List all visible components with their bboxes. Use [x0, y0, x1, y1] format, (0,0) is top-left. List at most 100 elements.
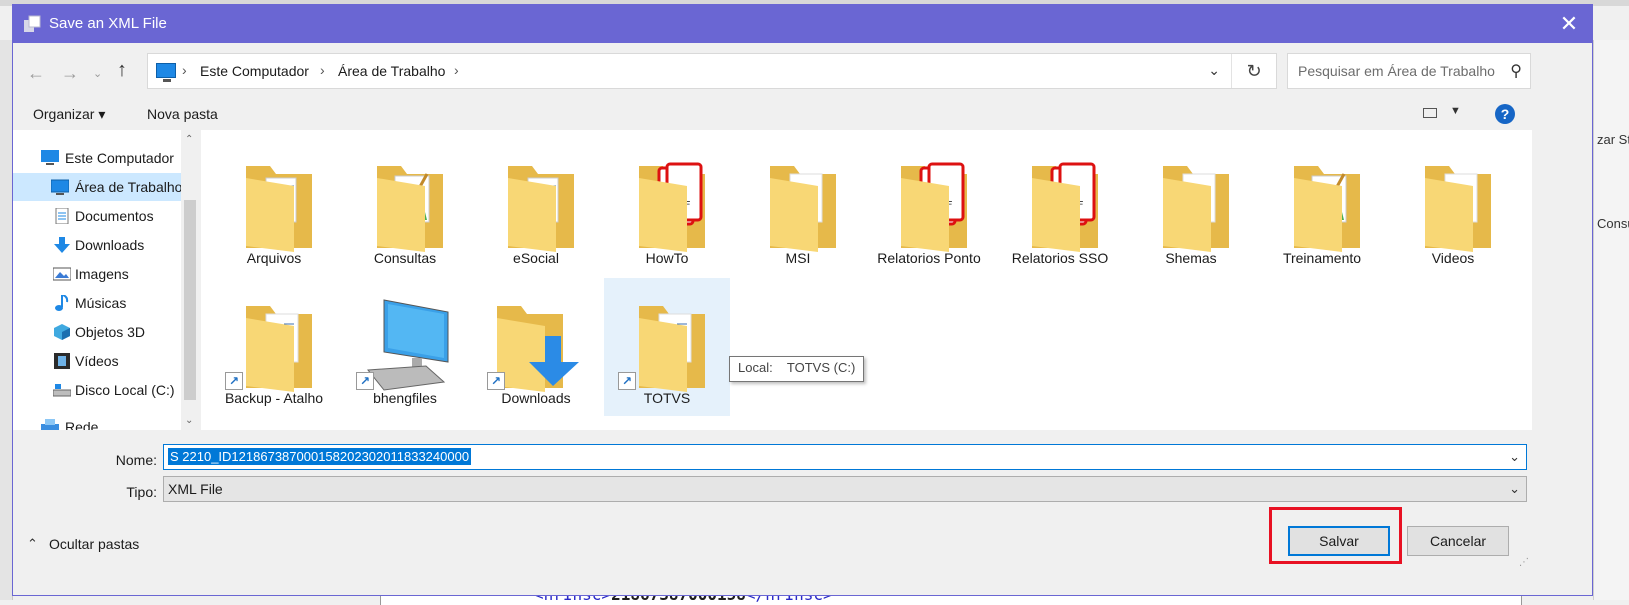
- downloads-icon: [54, 237, 70, 253]
- nav-item-label: Disco Local (C:): [75, 382, 175, 398]
- scrollbar-thumb[interactable]: [184, 200, 196, 400]
- address-bar[interactable]: › Este Computador › Área de Trabalho › ⌄…: [147, 53, 1277, 89]
- background-label: zar St: [1597, 132, 1629, 147]
- breadcrumb-separator-icon[interactable]: ›: [182, 62, 187, 78]
- file-item[interactable]: ↗ Downloads: [473, 278, 599, 416]
- folder-installer-icon: [1423, 156, 1493, 254]
- breadcrumb-area-de-trabalho[interactable]: Área de Trabalho: [338, 63, 445, 79]
- view-options-icon[interactable]: [1423, 108, 1437, 118]
- file-item[interactable]: Treinamento: [1259, 138, 1385, 276]
- folder-pdf-icon: PDF: [637, 156, 707, 254]
- search-icon: ⚲: [1510, 63, 1522, 80]
- file-item-label: bhengfiles: [373, 390, 437, 406]
- file-item[interactable]: ↗ TOTVS: [604, 278, 730, 416]
- chevron-up-icon[interactable]: ⌃: [27, 536, 38, 552]
- nav-item-rede[interactable]: Rede: [13, 413, 181, 430]
- folder-documents-icon: [244, 156, 314, 254]
- nav-item-label: Este Computador: [65, 150, 174, 166]
- help-icon[interactable]: ?: [1495, 104, 1515, 124]
- file-item[interactable]: MSI: [735, 138, 861, 276]
- nav-item-label: Imagens: [75, 266, 129, 282]
- folder-installer-icon: [768, 156, 838, 254]
- view-dropdown-icon[interactable]: ▼: [1450, 105, 1461, 117]
- downloads-folder-icon: [495, 296, 585, 394]
- address-dropdown-icon[interactable]: ⌄: [1208, 62, 1220, 79]
- recent-locations-chevron-icon[interactable]: ⌄: [93, 67, 102, 80]
- nav-item-label: Objetos 3D: [75, 324, 146, 340]
- nav-item-documentos[interactable]: Documentos: [13, 202, 181, 230]
- file-item-label: Arquivos: [246, 250, 302, 266]
- nav-item-downloads[interactable]: Downloads: [13, 231, 181, 259]
- breadcrumb-separator-icon[interactable]: ›: [454, 62, 459, 78]
- file-item-label: MSI: [785, 250, 811, 266]
- file-list: ArquivosConsultaseSocialPDFHowToMSIPDFRe…: [201, 130, 1532, 430]
- up-arrow-icon[interactable]: ↑: [117, 59, 127, 82]
- shortcut-arrow-icon: ↗: [356, 372, 374, 390]
- nav-scrollbar[interactable]: ⌃ ⌄: [181, 130, 199, 430]
- file-item[interactable]: PDFRelatorios Ponto: [866, 138, 992, 276]
- documents-icon: [55, 208, 69, 224]
- file-item[interactable]: Videos: [1390, 138, 1516, 276]
- nav-item-objetos-3d[interactable]: Objetos 3D: [13, 318, 181, 346]
- refresh-button[interactable]: ↻: [1231, 54, 1276, 88]
- file-item[interactable]: Arquivos: [211, 138, 337, 276]
- folder-blank-icon: [1161, 156, 1231, 254]
- save-dialog: Save an XML File ✕ ← → ⌄ ↑ › Este Comput…: [12, 4, 1593, 596]
- nav-item-disco-local[interactable]: Disco Local (C:): [13, 376, 181, 404]
- scroll-up-icon[interactable]: ⌃: [185, 134, 193, 145]
- file-item-label: Videos: [1431, 250, 1475, 266]
- file-item[interactable]: ↗ bhengfiles: [342, 278, 468, 416]
- back-arrow-icon[interactable]: ←: [27, 63, 45, 84]
- refresh-icon: ↻: [1246, 60, 1262, 81]
- folder-images-icon: [1292, 156, 1362, 254]
- background-label: Consult: [1597, 216, 1629, 231]
- app-icon: [24, 15, 41, 32]
- file-item[interactable]: Shemas: [1128, 138, 1254, 276]
- search-input[interactable]: Pesquisar em Área de Trabalho ⚲: [1287, 53, 1531, 89]
- nav-item-videos[interactable]: Vídeos: [13, 347, 181, 375]
- organize-button[interactable]: Organizar ▾: [33, 106, 105, 123]
- music-icon: [55, 295, 69, 311]
- folder-shortcut-icon: [244, 296, 314, 394]
- file-item[interactable]: PDFHowTo: [604, 138, 730, 276]
- shortcut-arrow-icon: ↗: [225, 372, 243, 390]
- title-bar[interactable]: Save an XML File ✕: [13, 5, 1592, 43]
- network-icon: [41, 419, 59, 430]
- file-name-input[interactable]: S 2210_ID1218673870001582023020118332400…: [163, 444, 1527, 470]
- file-item-label: HowTo: [645, 250, 689, 266]
- file-item[interactable]: Consultas: [342, 138, 468, 276]
- nav-item-label: Área de Trabalho: [75, 179, 183, 195]
- hide-folders-button[interactable]: Ocultar pastas: [49, 536, 139, 552]
- nav-item-area-de-trabalho[interactable]: Área de Trabalho: [13, 173, 183, 201]
- network-computer-icon: [364, 296, 454, 394]
- close-button[interactable]: ✕: [1546, 5, 1592, 43]
- breadcrumb-este-computador[interactable]: Este Computador: [200, 63, 309, 79]
- folder-images-icon: [375, 156, 445, 254]
- file-item[interactable]: ↗ Backup - Atalho: [211, 278, 337, 416]
- save-button[interactable]: Salvar: [1288, 526, 1390, 556]
- breadcrumb-separator-icon[interactable]: ›: [320, 62, 325, 78]
- file-item-label: Shemas: [1165, 250, 1217, 266]
- tooltip-label: Local:: [738, 360, 773, 375]
- file-item-label: Relatorios Ponto: [877, 250, 981, 266]
- nav-item-este-computador[interactable]: Este Computador: [13, 144, 181, 172]
- file-type-select[interactable]: XML File ⌄: [163, 476, 1527, 502]
- file-type-value: XML File: [168, 481, 223, 497]
- nav-item-musicas[interactable]: Músicas: [13, 289, 181, 317]
- resize-grip-icon[interactable]: ⋰: [1519, 557, 1529, 568]
- scroll-down-icon[interactable]: ⌄: [185, 415, 193, 426]
- file-item[interactable]: eSocial: [473, 138, 599, 276]
- file-name-dropdown-icon[interactable]: ⌄: [1509, 449, 1520, 465]
- nav-item-label: Vídeos: [75, 353, 119, 369]
- file-item-label: eSocial: [513, 250, 559, 266]
- file-type-dropdown-icon[interactable]: ⌄: [1509, 481, 1520, 497]
- file-item[interactable]: PDFRelatorios SSO: [997, 138, 1123, 276]
- forward-arrow-icon[interactable]: →: [61, 63, 79, 84]
- pictures-icon: [53, 267, 71, 281]
- nav-item-imagens[interactable]: Imagens: [13, 260, 181, 288]
- cancel-button[interactable]: Cancelar: [1407, 526, 1509, 556]
- shortcut-arrow-icon: ↗: [487, 372, 505, 390]
- new-folder-button[interactable]: Nova pasta: [147, 106, 218, 122]
- tooltip-value: TOTVS (C:): [786, 360, 856, 375]
- file-item-label: Consultas: [373, 250, 437, 266]
